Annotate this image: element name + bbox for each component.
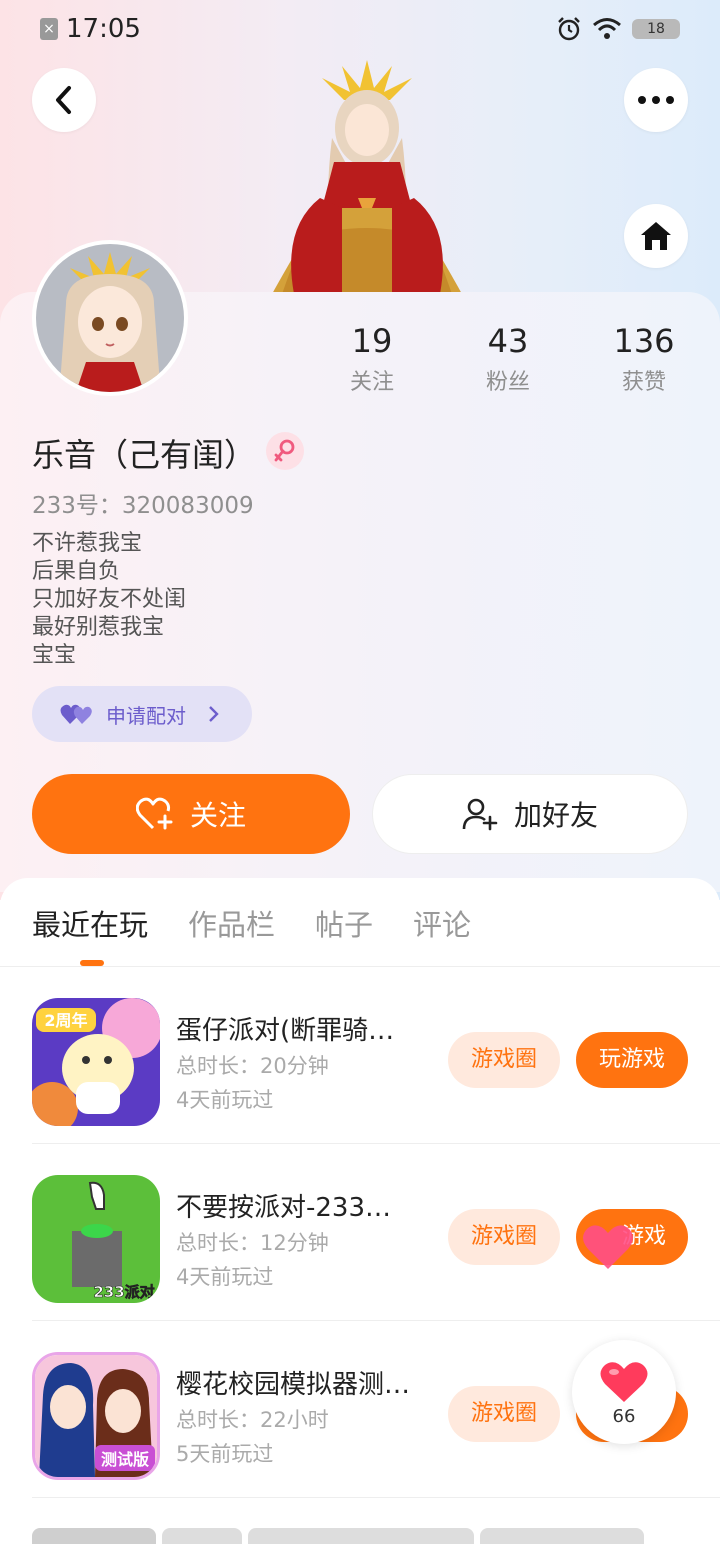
game-icon-label: 测试版 bbox=[101, 1450, 149, 1469]
stat-fans[interactable]: 43 粉丝 bbox=[448, 322, 568, 396]
battery-indicator: 18 bbox=[632, 19, 680, 39]
avatar[interactable] bbox=[32, 240, 188, 396]
stat-following-label: 关注 bbox=[349, 370, 394, 395]
game-duration: 总时长：20分钟 bbox=[176, 1054, 329, 1078]
bio-line: 不许惹我宝 bbox=[32, 531, 143, 556]
stat-likes-value: 136 bbox=[613, 322, 675, 360]
game-circle-button[interactable]: 游戏圈 bbox=[448, 1386, 560, 1442]
divider bbox=[32, 1320, 720, 1321]
floating-heart-icon bbox=[583, 1225, 633, 1269]
alarm-icon bbox=[558, 17, 580, 41]
like-count: 66 bbox=[612, 1406, 636, 1427]
tab-comments[interactable]: 评论 bbox=[413, 902, 471, 944]
game-item[interactable]: 233派对 不要按派对-233… 总时长：12分钟 4天前玩过 游戏圈 游戏 bbox=[0, 1145, 720, 1321]
game-name: 蛋仔派对(断罪骑… bbox=[176, 1016, 395, 1046]
tab-divider bbox=[0, 966, 720, 967]
profile-tabs: 最近在玩 作品栏 帖子 评论 bbox=[32, 902, 471, 944]
add-user-icon bbox=[462, 798, 498, 831]
tab-works[interactable]: 作品栏 bbox=[188, 902, 275, 944]
stat-following[interactable]: 19 关注 bbox=[312, 322, 432, 396]
bio-line: 最好别惹我宝 bbox=[32, 615, 165, 640]
no-sim-icon: × bbox=[40, 18, 58, 40]
stat-fans-value: 43 bbox=[487, 322, 529, 360]
stat-following-value: 19 bbox=[351, 322, 393, 360]
more-dots-icon bbox=[638, 96, 674, 104]
bio: 不许惹我宝 后果自负 只加好友不处闺 最好别惹我宝 宝宝 bbox=[32, 530, 186, 670]
home-button[interactable] bbox=[624, 204, 688, 268]
more-button[interactable] bbox=[624, 68, 688, 132]
nickname: 乐音（己有闺） bbox=[32, 436, 257, 474]
heart-plus-icon bbox=[135, 797, 173, 830]
stat-fans-label: 粉丝 bbox=[485, 370, 530, 395]
status-bar: × 17:05 18 bbox=[0, 0, 720, 58]
character-avatar-figure bbox=[272, 60, 462, 294]
game-icon: 233派对 bbox=[32, 1175, 160, 1303]
game-name: 樱花校园模拟器测… bbox=[176, 1370, 411, 1400]
request-pair-label: 申请配对 bbox=[106, 703, 186, 728]
play-game-button[interactable]: 玩游戏 bbox=[576, 1032, 688, 1088]
tab-posts[interactable]: 帖子 bbox=[315, 902, 373, 944]
add-friend-button[interactable]: 加好友 bbox=[372, 774, 688, 854]
bio-line: 宝宝 bbox=[32, 643, 77, 668]
stat-likes[interactable]: 136 获赞 bbox=[584, 322, 704, 396]
follow-button[interactable]: 关注 bbox=[32, 774, 350, 854]
game-icon: 2周年 bbox=[32, 998, 160, 1126]
bio-line: 只加好友不处闺 bbox=[32, 587, 187, 612]
game-icon-label: 233派对 bbox=[93, 1283, 154, 1301]
divider bbox=[32, 1143, 720, 1144]
game-duration: 总时长：12分钟 bbox=[176, 1231, 329, 1255]
game-duration: 总时长：22小时 bbox=[176, 1408, 329, 1432]
like-floating-button[interactable]: 66 bbox=[572, 1340, 676, 1444]
chevron-left-icon bbox=[56, 86, 71, 114]
game-circle-button[interactable]: 游戏圈 bbox=[448, 1032, 560, 1088]
game-last-played: 4天前玩过 bbox=[176, 1265, 274, 1289]
game-last-played: 4天前玩过 bbox=[176, 1088, 274, 1112]
chevron-right-icon bbox=[209, 706, 219, 722]
game-last-played: 5天前玩过 bbox=[176, 1442, 274, 1466]
home-icon bbox=[641, 222, 671, 250]
status-time: 17:05 bbox=[66, 14, 141, 44]
heart-icon bbox=[600, 1362, 648, 1402]
wifi-icon bbox=[593, 18, 621, 39]
user-id: 233号：320083009 bbox=[32, 493, 254, 519]
avatar-image bbox=[36, 244, 184, 392]
double-heart-icon bbox=[60, 704, 92, 724]
request-pair-button[interactable]: 申请配对 bbox=[32, 686, 252, 742]
tab-recently-played[interactable]: 最近在玩 bbox=[32, 902, 148, 944]
stat-likes-label: 获赞 bbox=[621, 370, 666, 395]
divider bbox=[32, 1497, 720, 1498]
game-name: 不要按派对-233… bbox=[176, 1193, 392, 1223]
game-icon: 测试版 bbox=[32, 1352, 160, 1480]
bio-line: 后果自负 bbox=[32, 559, 121, 584]
game-icon-label: 2周年 bbox=[44, 1011, 87, 1030]
game-item[interactable]: 2周年 蛋仔派对(断罪骑… 总时长：20分钟 4天前玩过 游戏圈 玩游戏 bbox=[0, 968, 720, 1144]
back-button[interactable] bbox=[32, 68, 96, 132]
next-content-preview bbox=[32, 1528, 644, 1544]
add-friend-label: 加好友 bbox=[513, 799, 598, 832]
game-circle-button[interactable]: 游戏圈 bbox=[448, 1209, 560, 1265]
female-gender-icon bbox=[266, 432, 304, 470]
follow-label: 关注 bbox=[189, 799, 246, 832]
